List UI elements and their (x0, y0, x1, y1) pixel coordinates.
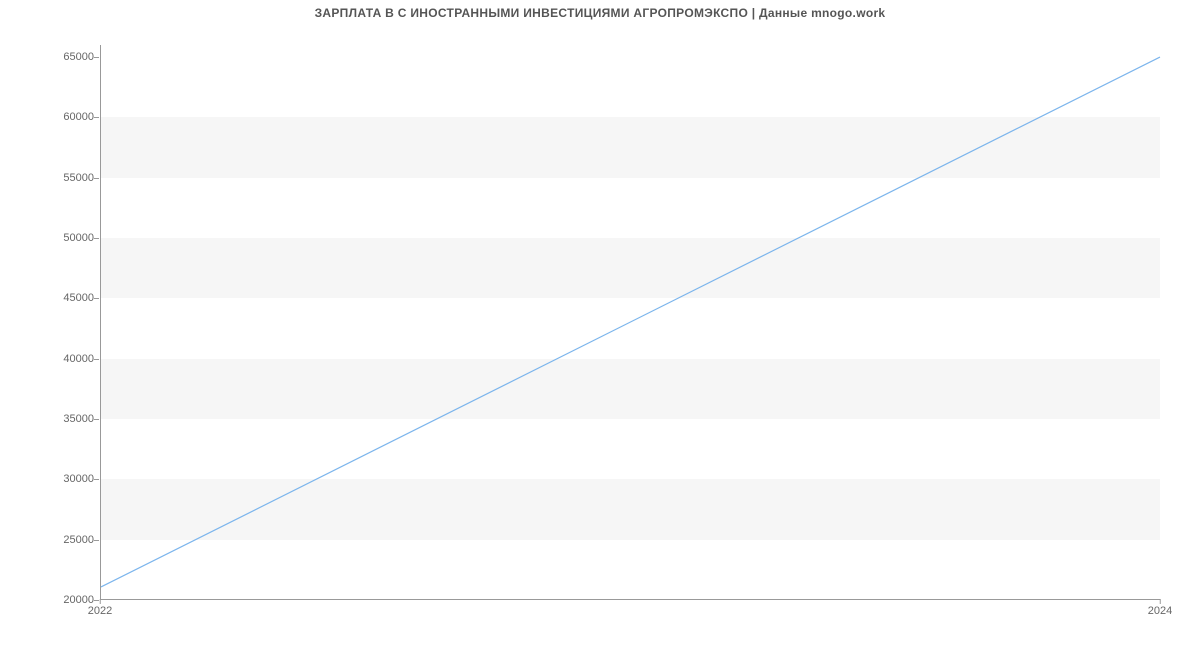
y-tick-mark (94, 298, 99, 299)
y-tick-mark (94, 178, 99, 179)
chart-container: ЗАРПЛАТА В С ИНОСТРАННЫМИ ИНВЕСТИЦИЯМИ А… (0, 0, 1200, 650)
y-tick-mark (94, 57, 99, 58)
y-tick-mark (94, 238, 99, 239)
y-tick-label: 35000 (14, 413, 94, 425)
y-tick-label: 60000 (14, 111, 94, 123)
y-tick-mark (94, 359, 99, 360)
y-tick-label: 30000 (14, 473, 94, 485)
data-series-line (101, 57, 1160, 587)
plot-area (100, 45, 1160, 600)
y-tick-mark (94, 117, 99, 118)
x-tick-label: 2022 (88, 605, 112, 617)
x-tick-mark (1160, 599, 1161, 604)
x-tick-mark (100, 599, 101, 604)
y-tick-mark (94, 540, 99, 541)
line-layer (101, 45, 1160, 599)
y-tick-mark (94, 600, 99, 601)
y-tick-label: 20000 (14, 594, 94, 606)
y-tick-label: 25000 (14, 534, 94, 546)
y-tick-label: 55000 (14, 172, 94, 184)
y-tick-mark (94, 419, 99, 420)
y-tick-label: 40000 (14, 353, 94, 365)
y-tick-label: 65000 (14, 51, 94, 63)
x-tick-label: 2024 (1148, 605, 1172, 617)
y-tick-mark (94, 479, 99, 480)
y-tick-label: 45000 (14, 292, 94, 304)
chart-title: ЗАРПЛАТА В С ИНОСТРАННЫМИ ИНВЕСТИЦИЯМИ А… (0, 6, 1200, 20)
y-tick-label: 50000 (14, 232, 94, 244)
